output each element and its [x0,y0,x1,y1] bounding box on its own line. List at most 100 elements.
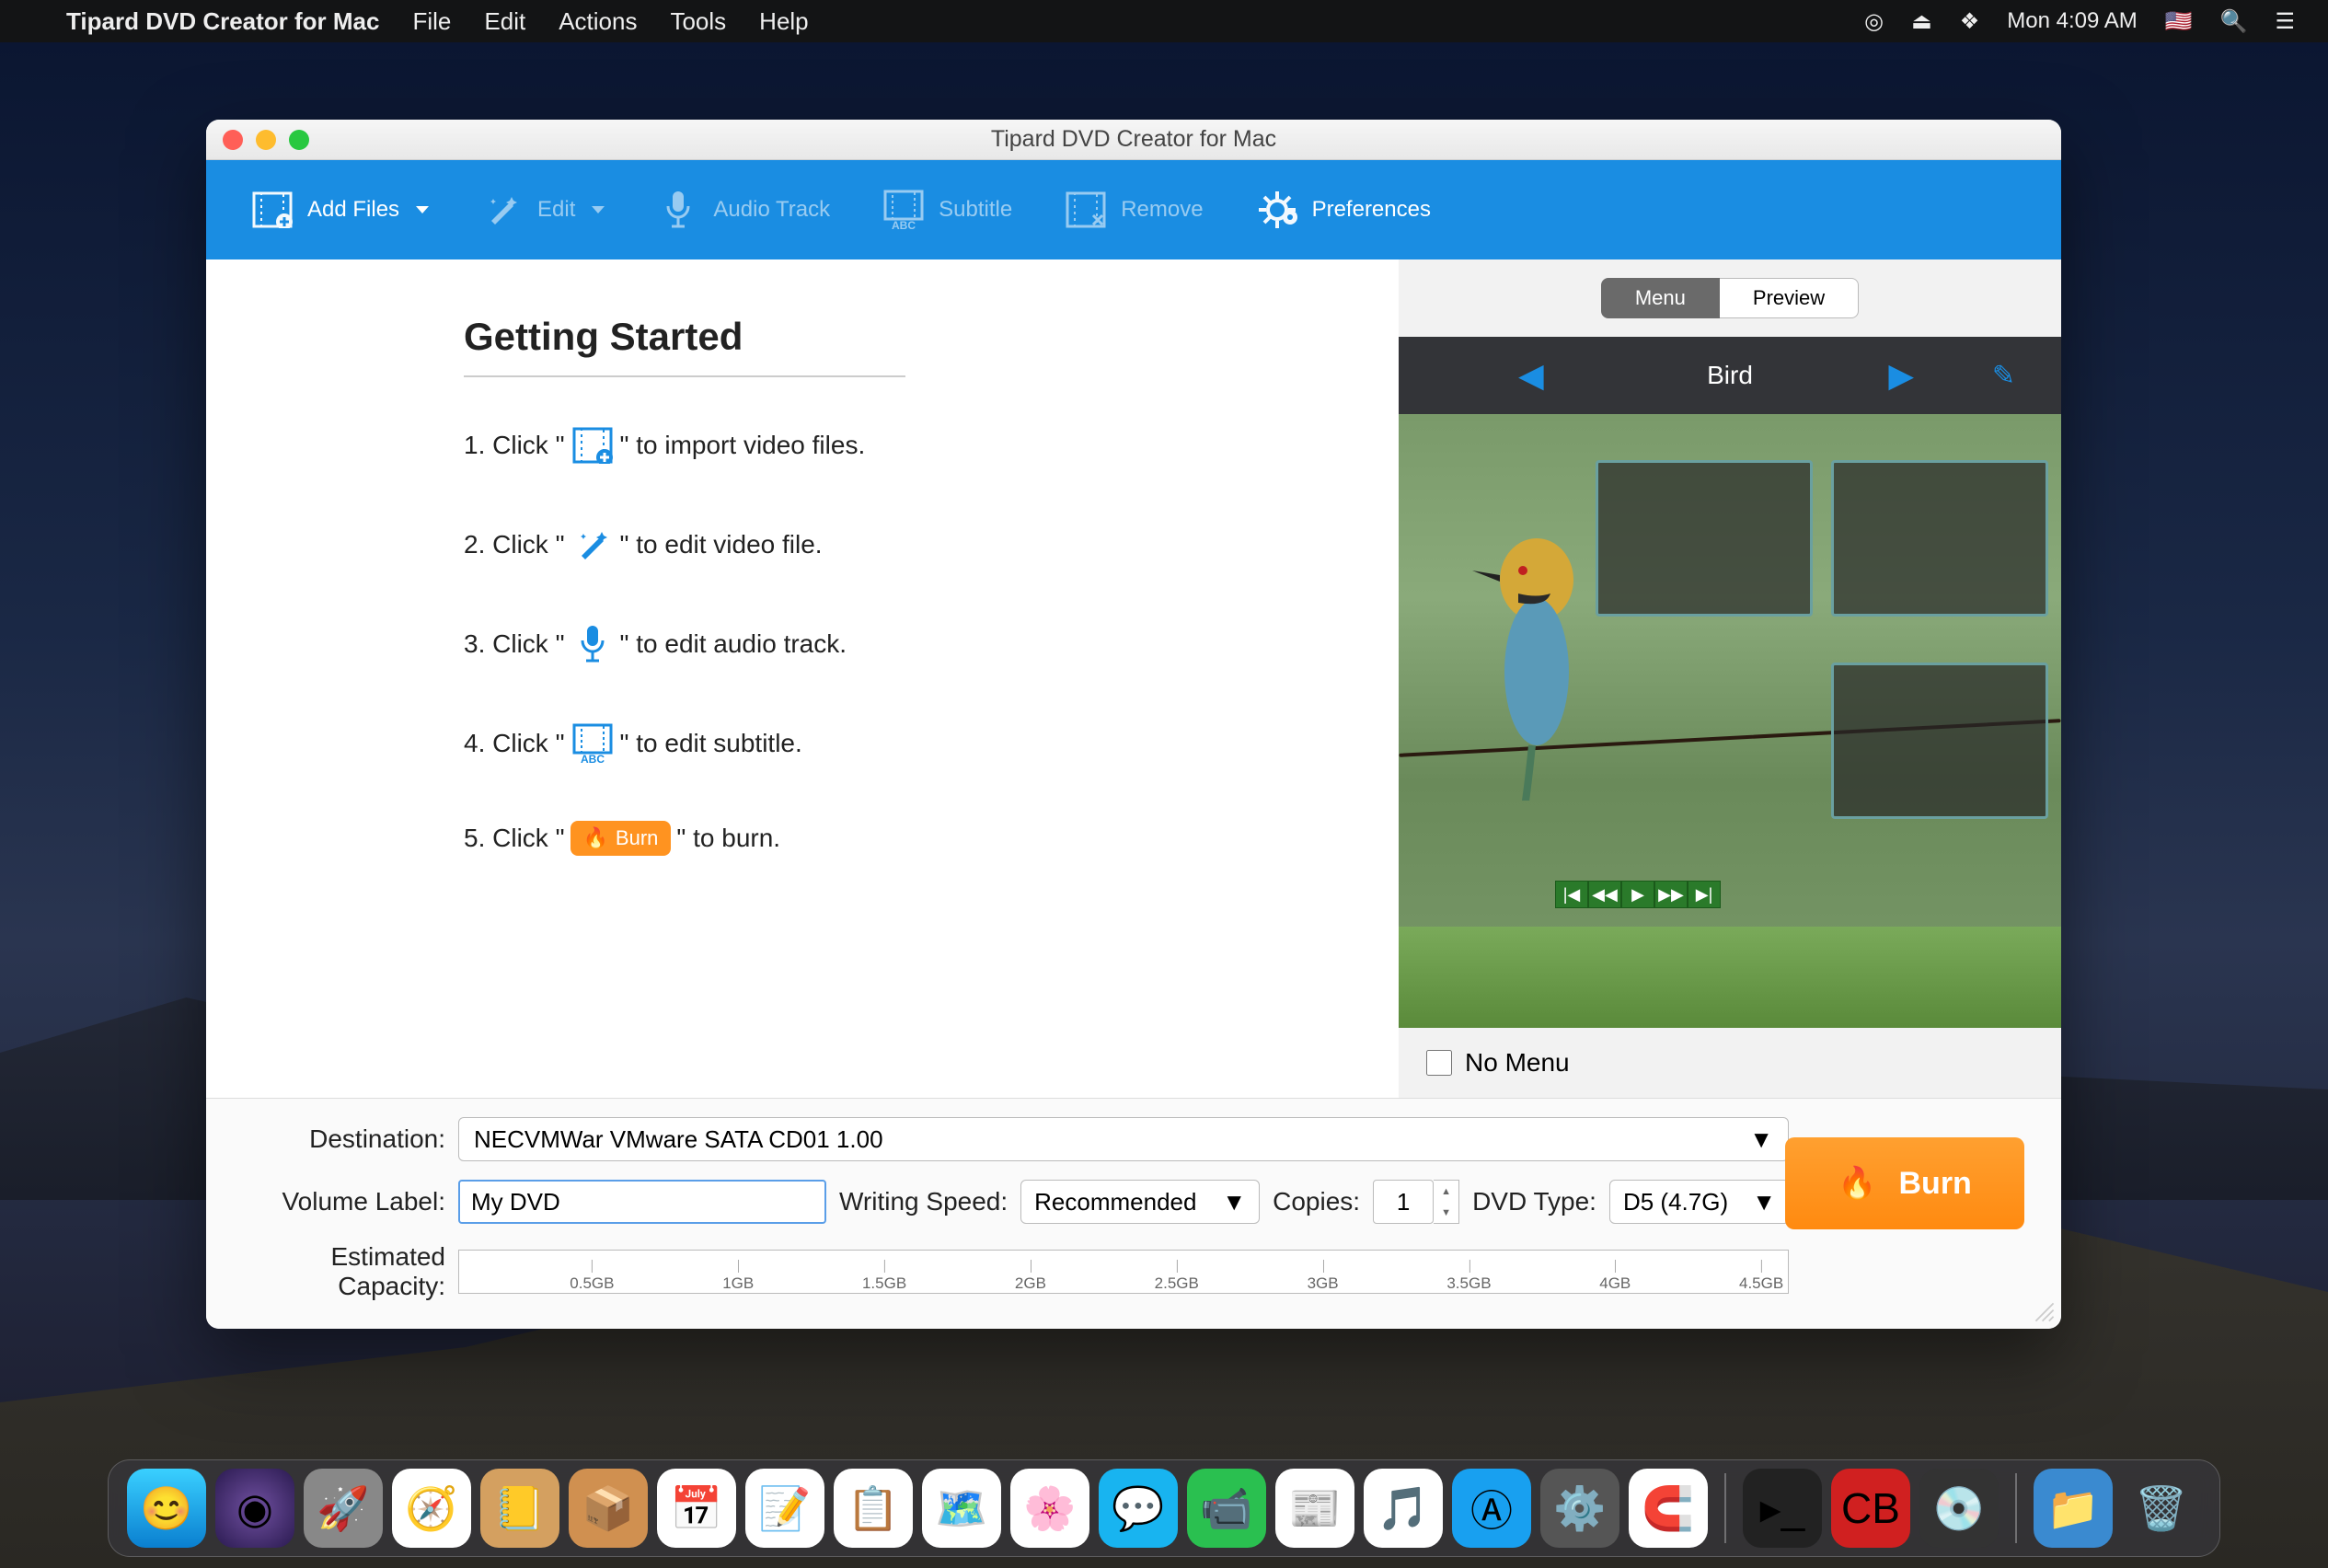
gs-step-2: 2. Click " " to edit video file. [464,523,1362,567]
bottom-panel: Destination: NECVMWar VMware SATA CD01 1… [206,1098,2061,1329]
destination-select[interactable]: NECVMWar VMware SATA CD01 1.00 ▼ [458,1117,1789,1161]
dock-news[interactable]: 📰 [1275,1469,1354,1548]
rewind-button[interactable]: ◀◀ [1588,881,1621,908]
dock-safari[interactable]: 🧭 [392,1469,471,1548]
capacity-tick: 2.5GB [1155,1274,1199,1293]
app-window: Tipard DVD Creator for Mac Add Files Edi… [206,120,2061,1329]
menu-file[interactable]: File [412,7,451,36]
menu-thumb-1[interactable] [1596,460,1813,617]
audio-track-button[interactable]: Audio Track [640,188,847,232]
last-button[interactable]: ▶| [1688,881,1721,908]
writing-speed-select[interactable]: Recommended▼ [1020,1180,1260,1224]
menu-thumb-2[interactable] [1831,460,2048,617]
dock-launchpad[interactable]: 🚀 [304,1469,383,1548]
status-icon-1[interactable]: ◎ [1864,8,1884,35]
prev-theme-button[interactable]: ◀ [1518,356,1544,395]
menu-help[interactable]: Help [759,7,808,36]
airplay-icon[interactable]: ⏏ [1911,8,1932,35]
no-menu-row: No Menu [1399,1028,2061,1098]
volume-label-label: Volume Label: [234,1187,445,1216]
svg-text:ABC: ABC [581,753,605,764]
remove-label: Remove [1121,197,1203,223]
next-theme-button[interactable]: ▶ [1888,356,1914,395]
dock-settings[interactable]: ⚙️ [1540,1469,1619,1548]
preferences-button[interactable]: Preferences [1239,188,1447,232]
menu-edit[interactable]: Edit [484,7,525,36]
dock-terminal[interactable]: ▸_ [1743,1469,1822,1548]
dock-contacts[interactable]: 📒 [480,1469,559,1548]
capacity-tick: 3.5GB [1446,1274,1491,1293]
dock-messages[interactable]: 💬 [1099,1469,1178,1548]
subtitle-icon: ABC [570,721,615,766]
flag-icon[interactable]: 🇺🇸 [2165,8,2193,35]
copies-spinner[interactable]: ▲▼ [1434,1180,1459,1224]
microphone-icon [656,188,700,232]
capacity-tick: 1.5GB [862,1274,906,1293]
no-menu-checkbox[interactable] [1426,1050,1452,1076]
dock-dvd-creator[interactable]: 💿 [1919,1469,1999,1548]
gs-step-3: 3. Click " " to edit audio track. [464,622,1362,666]
menu-actions[interactable]: Actions [559,7,637,36]
close-button[interactable] [223,130,243,150]
dock-app-3[interactable]: CB [1831,1469,1910,1548]
playback-controls: |◀ ◀◀ ▶ ▶▶ ▶| [1555,881,1721,908]
first-button[interactable]: |◀ [1555,881,1588,908]
dock-separator [1724,1473,1726,1543]
tab-menu[interactable]: Menu [1601,278,1720,318]
spotlight-icon[interactable]: 🔍 [2220,8,2248,35]
dock-maps[interactable]: 🗺️ [922,1469,1001,1548]
dock: 😊 ◉ 🚀 🧭 📒 📦 📅 📝 📋 🗺️ 🌸 💬 📹 📰 🎵 Ⓐ ⚙️ 🧲 ▸_… [108,1459,2220,1557]
titlebar[interactable]: Tipard DVD Creator for Mac [206,120,2061,160]
menu-list-icon[interactable]: ☰ [2275,8,2295,35]
zoom-button[interactable] [289,130,309,150]
copies-input[interactable] [1373,1180,1434,1224]
tab-preview[interactable]: Preview [1720,278,1859,318]
flame-icon: 🔥 [583,826,608,850]
subtitle-icon: ABC [882,188,926,232]
subtitle-button[interactable]: ABC Subtitle [865,188,1029,232]
burn-chip: 🔥Burn [570,821,672,856]
dock-calendar[interactable]: 📅 [657,1469,736,1548]
dock-downloads[interactable]: 📁 [2034,1469,2113,1548]
menu-preview[interactable]: |◀ ◀◀ ▶ ▶▶ ▶| [1399,414,2061,1028]
audio-track-label: Audio Track [713,197,830,223]
main-pane: Getting Started 1. Click " " to import v… [206,259,1399,1098]
dock-itunes[interactable]: 🎵 [1364,1469,1443,1548]
dock-trash[interactable]: 🗑️ [2122,1469,2201,1548]
dock-finder[interactable]: 😊 [127,1469,206,1548]
capacity-tick: 4.5GB [1739,1274,1783,1293]
dock-appstore[interactable]: Ⓐ [1452,1469,1531,1548]
svg-text:ABC: ABC [892,219,916,230]
dock-app-1[interactable]: 📦 [569,1469,648,1548]
capacity-tick: 1GB [722,1274,754,1293]
flame-icon: 🔥 [1838,1165,1876,1202]
remove-button[interactable]: Remove [1047,188,1219,232]
dock-siri[interactable]: ◉ [215,1469,294,1548]
add-files-caret-icon [416,206,429,213]
menu-tools[interactable]: Tools [670,7,726,36]
minimize-button[interactable] [256,130,276,150]
dock-photos[interactable]: 🌸 [1010,1469,1089,1548]
dock-facetime[interactable]: 📹 [1187,1469,1266,1548]
right-pane: Menu Preview ◀ Bird ▶ ✎ [1399,259,2061,1098]
dock-reminders[interactable]: 📋 [834,1469,913,1548]
dock-notes[interactable]: 📝 [745,1469,824,1548]
forward-button[interactable]: ▶▶ [1654,881,1688,908]
app-menu[interactable]: Tipard DVD Creator for Mac [66,7,379,36]
status-icon-3[interactable]: ❖ [1960,8,1980,35]
copies-label: Copies: [1273,1187,1360,1216]
dvd-type-select[interactable]: D5 (4.7G)▼ [1609,1180,1790,1224]
add-files-icon [250,188,294,232]
menu-thumb-3[interactable] [1831,663,2048,819]
resize-grip-icon[interactable] [2034,1301,2056,1323]
play-button[interactable]: ▶ [1621,881,1654,908]
volume-label-input[interactable] [458,1180,826,1224]
burn-button[interactable]: 🔥 Burn [1785,1137,2024,1229]
add-files-button[interactable]: Add Files [234,188,445,232]
divider [464,375,905,377]
clock[interactable]: Mon 4:09 AM [2007,8,2137,34]
edit-theme-button[interactable]: ✎ [1992,360,2015,392]
dock-app-2[interactable]: 🧲 [1629,1469,1708,1548]
edit-button[interactable]: Edit [464,188,621,232]
menu-theme-nav: ◀ Bird ▶ ✎ [1399,337,2061,414]
